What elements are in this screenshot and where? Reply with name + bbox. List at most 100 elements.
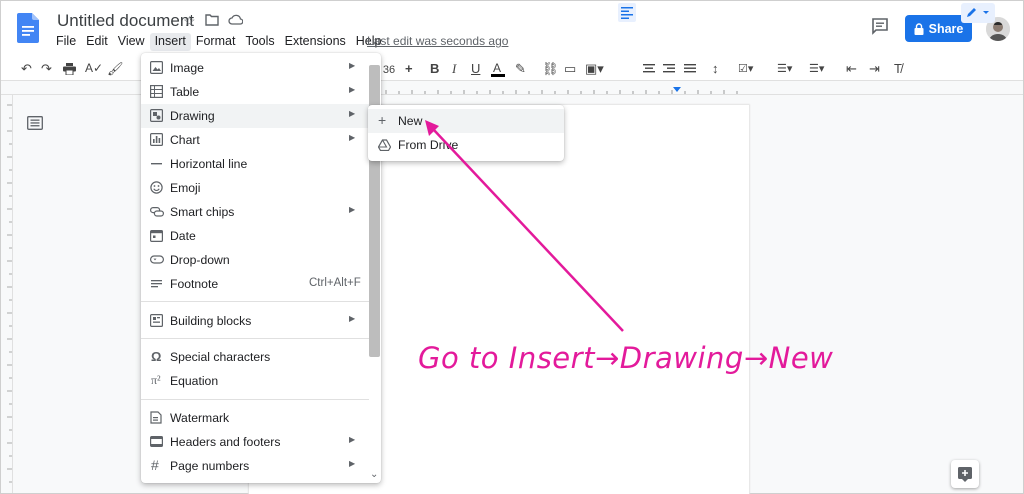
submenu-item-new[interactable]: + New: [368, 109, 564, 133]
menu-item-building-blocks[interactable]: Building blocks ▶: [141, 309, 369, 333]
vertical-ruler: [1, 95, 13, 493]
drawing-icon: [150, 109, 164, 123]
menu-item-table[interactable]: Table ▶: [141, 80, 369, 104]
spellcheck-icon[interactable]: A✓: [85, 60, 103, 76]
scroll-down-icon[interactable]: ⌄: [370, 469, 378, 480]
footnote-shortcut: Ctrl+Alt+F: [309, 277, 361, 289]
numbered-list-icon[interactable]: ☰▾: [809, 61, 824, 77]
image-icon: [150, 61, 164, 75]
menu-item-image[interactable]: Image ▶: [141, 56, 369, 80]
submenu-arrow-icon: ▶: [349, 133, 356, 142]
drive-icon: [378, 139, 391, 151]
building-blocks-icon: [150, 314, 164, 328]
bulleted-list-icon[interactable]: ☰▾: [777, 61, 792, 77]
share-label: Share: [928, 21, 964, 36]
menu-file[interactable]: File: [51, 33, 81, 51]
menu-item-horizontal-line[interactable]: Horizontal line: [141, 152, 369, 176]
font-size-increase-icon[interactable]: +: [405, 61, 413, 77]
menu-extensions[interactable]: Extensions: [280, 33, 351, 51]
date-icon: [150, 229, 164, 243]
menu-item-chart[interactable]: Chart ▶: [141, 128, 369, 152]
menu-item-emoji[interactable]: Emoji: [141, 176, 369, 200]
clear-formatting-icon[interactable]: T̸: [894, 61, 902, 77]
redo-icon[interactable]: ↷: [41, 61, 52, 77]
svg-text:A: A: [493, 61, 501, 75]
menu-edit[interactable]: Edit: [81, 33, 113, 51]
menu-insert[interactable]: Insert: [149, 33, 191, 51]
increase-indent-icon[interactable]: ⇥: [869, 61, 880, 77]
menu-item-page-numbers[interactable]: # Page numbers ▶: [141, 454, 369, 478]
smart-chips-icon: [150, 205, 164, 219]
watermark-icon: [150, 411, 164, 425]
align-center-icon[interactable]: [643, 63, 655, 75]
bold-icon[interactable]: B: [430, 61, 439, 77]
pi-icon: π²: [151, 373, 161, 387]
submenu-item-from-drive[interactable]: From Drive: [368, 133, 564, 157]
submenu-arrow-icon: ▶: [349, 205, 356, 214]
menu-item-watermark[interactable]: Watermark: [141, 406, 369, 430]
undo-icon[interactable]: ↶: [21, 61, 32, 77]
menu-item-date[interactable]: Date: [141, 224, 369, 248]
lock-icon: [914, 22, 924, 35]
submenu-arrow-icon: ▶: [349, 459, 356, 468]
text-color-icon[interactable]: A: [491, 61, 505, 78]
align-right-icon[interactable]: [663, 63, 675, 75]
document-title[interactable]: Untitled document: [57, 11, 194, 31]
menu-divider: [141, 399, 369, 400]
explore-button[interactable]: [951, 460, 979, 488]
menu-item-headers-footers[interactable]: Headers and footers ▶: [141, 430, 369, 454]
line-spacing-icon[interactable]: ↕: [712, 61, 719, 77]
menu-item-special-characters[interactable]: Ω Special characters: [141, 345, 369, 369]
annotation-text: Go to Insert→Drawing→New: [418, 341, 834, 375]
insert-link-icon[interactable]: ⛓: [542, 61, 559, 77]
star-icon[interactable]: ☆: [183, 13, 196, 29]
docs-logo-icon[interactable]: [17, 13, 39, 43]
underline-icon[interactable]: U: [471, 61, 480, 77]
hash-icon: #: [151, 457, 159, 473]
submenu-arrow-icon: ▶: [349, 109, 356, 118]
cloud-saved-icon[interactable]: [228, 13, 243, 25]
justify-icon[interactable]: [684, 63, 696, 75]
submenu-arrow-icon: ▶: [349, 85, 356, 94]
add-comment-icon[interactable]: ▭: [564, 61, 576, 77]
print-icon[interactable]: [63, 63, 76, 75]
table-icon: [150, 85, 164, 99]
horizontal-line-icon: [150, 157, 164, 171]
plus-icon: +: [378, 112, 387, 128]
menu-divider: [141, 338, 369, 339]
omega-icon: Ω: [151, 349, 162, 364]
drawing-submenu: + New From Drive: [368, 105, 564, 161]
menu-item-drop-down[interactable]: Drop-down: [141, 248, 369, 272]
submenu-arrow-icon: ▶: [349, 61, 356, 70]
document-outline-icon[interactable]: [27, 116, 43, 130]
menu-view[interactable]: View: [113, 33, 150, 51]
chart-icon: [150, 133, 164, 147]
menu-item-equation[interactable]: π² Equation: [141, 369, 369, 393]
comments-icon[interactable]: [871, 17, 889, 35]
menu-item-footnote[interactable]: Footnote Ctrl+Alt+F: [141, 272, 369, 296]
menu-bar: File Edit View Insert Format Tools Exten…: [51, 33, 387, 51]
decrease-indent-icon[interactable]: ⇤: [846, 61, 857, 77]
menu-tools[interactable]: Tools: [240, 33, 279, 51]
highlight-color-icon[interactable]: ✎: [515, 61, 526, 77]
insert-image-icon[interactable]: ▣▾: [585, 61, 604, 77]
insert-menu: Image ▶ Table ▶ Drawing ▶ Chart ▶ Horizo…: [141, 53, 381, 483]
last-edit-link[interactable]: Last edit was seconds ago: [367, 34, 508, 48]
checklist-icon[interactable]: ☑▾: [738, 61, 753, 77]
emoji-icon: [150, 181, 164, 195]
submenu-arrow-icon: ▶: [349, 314, 356, 323]
submenu-arrow-icon: ▶: [349, 435, 356, 444]
move-folder-icon[interactable]: [205, 13, 219, 26]
italic-icon[interactable]: I: [452, 61, 456, 77]
footnote-icon: [150, 277, 164, 291]
menu-divider: [141, 301, 369, 302]
menu-item-smart-chips[interactable]: Smart chips ▶: [141, 200, 369, 224]
menu-item-drawing[interactable]: Drawing ▶: [141, 104, 369, 128]
align-left-icon[interactable]: [618, 3, 636, 22]
menu-format[interactable]: Format: [191, 33, 241, 51]
headers-footers-icon: [150, 435, 164, 449]
dropdown-icon: [150, 253, 164, 267]
paint-format-icon[interactable]: 🖌: [107, 61, 124, 77]
editing-mode-icon[interactable]: [961, 3, 995, 23]
font-size-value[interactable]: 36: [381, 62, 397, 78]
